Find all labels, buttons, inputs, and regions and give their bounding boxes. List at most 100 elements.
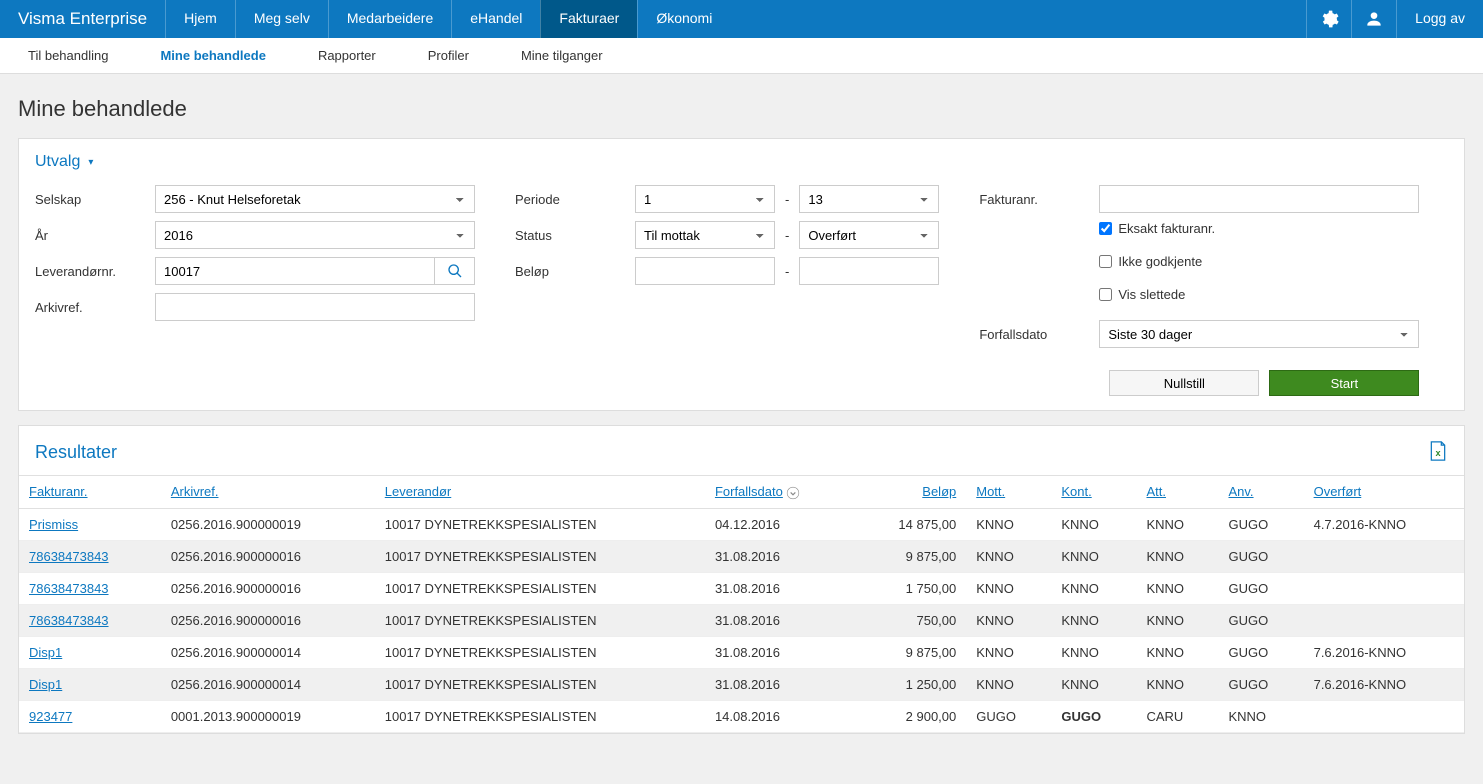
cell-arkivref: 0256.2016.900000014 xyxy=(161,636,375,668)
col-mott[interactable]: Mott. xyxy=(976,484,1005,499)
cell-arkivref: 0256.2016.900000019 xyxy=(161,508,375,540)
cell-belop: 9 875,00 xyxy=(855,540,966,572)
cell-leverandor: 10017 DYNETREKKSPESIALISTEN xyxy=(375,636,705,668)
table-row: 786384738430256.2016.90000001610017 DYNE… xyxy=(19,572,1464,604)
col-forfallsdato[interactable]: Forfallsdato xyxy=(715,484,783,499)
fakturanr-link[interactable]: 923477 xyxy=(29,709,72,724)
periode-from-select[interactable]: 1 xyxy=(635,185,775,213)
cell-anv: GUGO xyxy=(1218,540,1303,572)
leverandornr-input[interactable] xyxy=(155,257,435,285)
dash-separator: - xyxy=(775,228,799,243)
table-row: Disp1 0256.2016.90000001410017 DYNETREKKS… xyxy=(19,668,1464,700)
nav-hjem[interactable]: Hjem xyxy=(165,0,235,38)
cell-att: KNNO xyxy=(1136,508,1218,540)
user-icon[interactable] xyxy=(1351,0,1396,38)
cell-kont: KNNO xyxy=(1051,668,1136,700)
cell-overfort: 4.7.2016-KNNO xyxy=(1304,508,1464,540)
cell-att: CARU xyxy=(1136,700,1218,732)
export-excel-icon[interactable]: x xyxy=(1428,440,1448,465)
periode-to-select[interactable]: 13 xyxy=(799,185,939,213)
vis-slettede-checkbox[interactable] xyxy=(1099,288,1112,301)
selskap-select[interactable]: 256 - Knut Helseforetak xyxy=(155,185,475,213)
page-title: Mine behandlede xyxy=(0,74,1483,138)
cell-mott: KNNO xyxy=(966,604,1051,636)
col-leverandor[interactable]: Leverandør xyxy=(385,484,451,499)
fakturanr-link[interactable]: 78638473843 xyxy=(29,549,109,564)
cell-overfort xyxy=(1304,604,1464,636)
cell-forfallsdato: 31.08.2016 xyxy=(705,668,855,700)
cell-forfallsdato: 31.08.2016 xyxy=(705,604,855,636)
cell-kont: KNNO xyxy=(1051,572,1136,604)
cell-mott: KNNO xyxy=(966,668,1051,700)
col-fakturanr[interactable]: Fakturanr. xyxy=(29,484,88,499)
subnav-profiler[interactable]: Profiler xyxy=(416,38,481,73)
cell-mott: KNNO xyxy=(966,636,1051,668)
table-row: 786384738430256.2016.90000001610017 DYNE… xyxy=(19,540,1464,572)
logoff-button[interactable]: Logg av xyxy=(1396,0,1483,38)
svg-text:x: x xyxy=(1435,448,1441,458)
periode-label: Periode xyxy=(515,192,635,207)
status-to-select[interactable]: Overført xyxy=(799,221,939,249)
gear-icon[interactable] xyxy=(1306,0,1351,38)
cell-belop: 14 875,00 xyxy=(855,508,966,540)
filter-panel-toggle[interactable]: Utvalg ▾ xyxy=(35,153,1448,171)
subnav-til-behandling[interactable]: Til behandling xyxy=(16,38,120,73)
leverandor-search-button[interactable] xyxy=(435,257,475,285)
cell-mott: GUGO xyxy=(966,700,1051,732)
col-belop[interactable]: Beløp xyxy=(922,484,956,499)
cell-forfallsdato: 31.08.2016 xyxy=(705,636,855,668)
col-kont[interactable]: Kont. xyxy=(1061,484,1091,499)
belop-from-input[interactable] xyxy=(635,257,775,285)
cell-kont: KNNO xyxy=(1051,508,1136,540)
cell-att: KNNO xyxy=(1136,636,1218,668)
selskap-label: Selskap xyxy=(35,192,155,207)
cell-anv: GUGO xyxy=(1218,508,1303,540)
eksakt-label: Eksakt fakturanr. xyxy=(1118,221,1215,236)
cell-leverandor: 10017 DYNETREKKSPESIALISTEN xyxy=(375,668,705,700)
col-anv[interactable]: Anv. xyxy=(1228,484,1253,499)
nav-fakturaer[interactable]: Fakturaer xyxy=(540,0,637,38)
cell-belop: 750,00 xyxy=(855,604,966,636)
eksakt-checkbox[interactable] xyxy=(1099,222,1112,235)
table-row: 9234770001.2013.90000001910017 DYNETREKK… xyxy=(19,700,1464,732)
nav-medarbeidere[interactable]: Medarbeidere xyxy=(328,0,451,38)
col-overfort[interactable]: Overført xyxy=(1314,484,1362,499)
subnav-mine-behandlede[interactable]: Mine behandlede xyxy=(148,38,277,73)
start-button[interactable]: Start xyxy=(1269,370,1419,396)
nullstill-button[interactable]: Nullstill xyxy=(1109,370,1259,396)
subnav-mine-tilganger[interactable]: Mine tilganger xyxy=(509,38,615,73)
cell-anv: KNNO xyxy=(1218,700,1303,732)
fakturanr-link[interactable]: 78638473843 xyxy=(29,613,109,628)
cell-att: KNNO xyxy=(1136,540,1218,572)
forfallsdato-select[interactable]: Siste 30 dager xyxy=(1099,320,1419,348)
arkivref-input[interactable] xyxy=(155,293,475,321)
col-arkivref[interactable]: Arkivref. xyxy=(171,484,219,499)
status-from-select[interactable]: Til mottak xyxy=(635,221,775,249)
aar-select[interactable]: 2016 xyxy=(155,221,475,249)
cell-overfort: 7.6.2016-KNNO xyxy=(1304,668,1464,700)
cell-overfort xyxy=(1304,540,1464,572)
subnav-rapporter[interactable]: Rapporter xyxy=(306,38,388,73)
results-panel: Resultater x Fakturanr. Arkivref. Levera… xyxy=(18,425,1465,734)
aar-label: År xyxy=(35,228,155,243)
top-nav: Visma Enterprise Hjem Meg selv Medarbeid… xyxy=(0,0,1483,38)
fakturanr-link[interactable]: Disp1 xyxy=(29,645,62,660)
belop-to-input[interactable] xyxy=(799,257,939,285)
fakturanr-link[interactable]: 78638473843 xyxy=(29,581,109,596)
fakturanr-link[interactable]: Prismiss xyxy=(29,517,78,532)
cell-anv: GUGO xyxy=(1218,636,1303,668)
nav-meg-selv[interactable]: Meg selv xyxy=(235,0,328,38)
search-icon xyxy=(447,263,463,279)
fakturanr-link[interactable]: Disp1 xyxy=(29,677,62,692)
cell-belop: 2 900,00 xyxy=(855,700,966,732)
cell-arkivref: 0256.2016.900000016 xyxy=(161,540,375,572)
cell-mott: KNNO xyxy=(966,540,1051,572)
cell-arkivref: 0256.2016.900000014 xyxy=(161,668,375,700)
sub-nav: Til behandling Mine behandlede Rapporter… xyxy=(0,38,1483,74)
nav-ehandel[interactable]: eHandel xyxy=(451,0,540,38)
results-title: Resultater xyxy=(35,442,117,463)
col-att[interactable]: Att. xyxy=(1146,484,1166,499)
ikke-godkjente-checkbox[interactable] xyxy=(1099,255,1112,268)
fakturanr-input[interactable] xyxy=(1099,185,1419,213)
nav-okonomi[interactable]: Økonomi xyxy=(637,0,730,38)
